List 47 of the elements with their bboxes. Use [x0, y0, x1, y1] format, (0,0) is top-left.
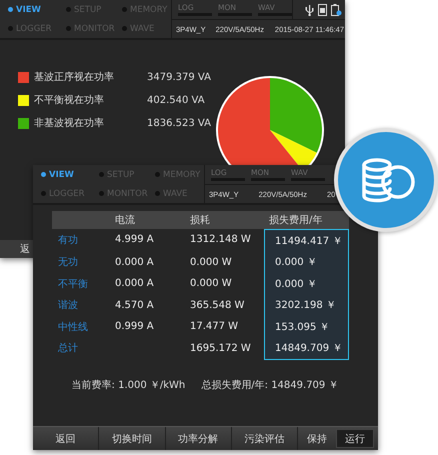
row-label: 谐波 [57, 298, 79, 314]
softkey-button[interactable]: 功率分解 [166, 427, 232, 450]
legend-label: 基波正序视在功率 [34, 70, 115, 84]
row-label: 不平衡 [57, 278, 89, 292]
table-cell: 153.095 ￥ [264, 316, 349, 338]
column-header: 损失费用/年 [264, 211, 349, 229]
column-header: 损耗 [185, 211, 264, 229]
header-bar [52, 211, 110, 229]
table-cell: 3202.198 ￥ [264, 294, 349, 316]
legend-value: 3479.379 VA [147, 72, 211, 82]
table-cell-text: 4.570 A [114, 298, 155, 313]
table-cell-text: 1312.148 W [189, 233, 252, 248]
softkey-button[interactable]: 污染评估 [232, 427, 298, 450]
table-cell-text: 4.999 A [114, 233, 155, 248]
legend-value: 1836.523 VA [147, 118, 211, 128]
column-header: 电流 [110, 211, 185, 229]
legend-value: 402.540 VA [147, 94, 205, 106]
row-label: 无功 [57, 256, 79, 270]
table-cell: 11494.417 ￥ [264, 229, 349, 252]
table-cell-text: 0.000 W [189, 256, 233, 270]
legend-label: 不平衡视在功率 [34, 94, 105, 107]
row-label: 有功 [57, 234, 79, 248]
table-cell: 14849.709 ￥ [264, 338, 349, 360]
table-cell-text: 0.999 A [114, 320, 155, 334]
back-button[interactable]: 返 [0, 240, 33, 258]
table-cell: 0.000 ￥ [264, 252, 349, 273]
sd-card-icon [318, 4, 327, 16]
row-label: 中性线 [57, 320, 89, 335]
row-label: 总计 [57, 342, 79, 356]
table-cell-text: 365.548 W [189, 298, 246, 313]
battery-icon [331, 4, 342, 16]
table-cell-text: 0.000 W [189, 277, 233, 292]
table-cell-text: 17.477 W [189, 320, 240, 334]
summary-text: 当前费率: 1.000 ￥/kWh [72, 378, 186, 392]
table-cell-text: 0.000 A [114, 277, 155, 292]
table-cell: 0.000 ￥ [264, 273, 349, 294]
softkey-button[interactable]: 运行 [336, 429, 374, 448]
softkey-button[interactable]: 保持 [298, 427, 336, 450]
softkey-button[interactable]: 切换时间 [99, 427, 166, 450]
table-cell-text: 0.000 A [114, 256, 155, 270]
table-cell-text: 1695.172 W [189, 342, 252, 356]
nav-tab[interactable]: VIEW [41, 165, 99, 184]
legend-label: 非基波视在功率 [34, 116, 105, 130]
summary-text: 总损失费用/年: 14849.709 ￥ [201, 378, 338, 392]
softkey-button[interactable]: 返回 [33, 427, 100, 450]
usb-icon [305, 4, 314, 16]
nav-tab[interactable]: VIEW [8, 0, 66, 19]
